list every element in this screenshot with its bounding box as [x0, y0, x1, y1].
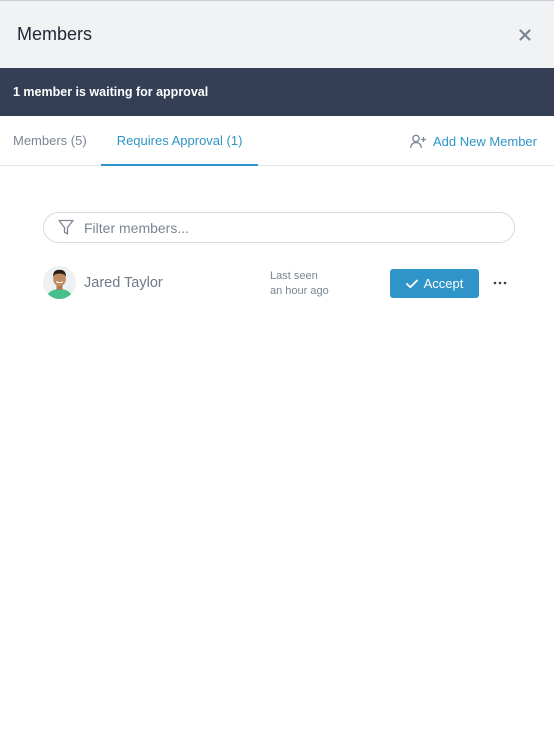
tab-members[interactable]: Members (5) — [0, 116, 101, 165]
more-horizontal-icon — [493, 281, 507, 285]
tab-requires-approval[interactable]: Requires Approval (1) — [100, 116, 259, 166]
add-user-icon — [410, 134, 426, 148]
tab-members-label: Members (5) — [13, 133, 87, 148]
add-new-member-button[interactable]: Add New Member — [410, 116, 537, 166]
panel-title: Members — [17, 24, 93, 44]
member-name: Jared Taylor — [84, 275, 163, 291]
tab-bar: Members (5) Requires Approval (1) Add Ne… — [0, 116, 554, 166]
filter-icon — [58, 219, 76, 237]
member-last-seen: Last seen an hour ago — [270, 269, 360, 299]
close-icon — [519, 28, 531, 41]
members-panel: Members 1 member is waiting for approval… — [0, 0, 554, 747]
add-new-member-label: Add New Member — [432, 133, 537, 149]
avatar — [43, 266, 76, 299]
accept-button[interactable]: Accept — [390, 269, 479, 298]
approval-banner: 1 member is waiting for approval — [0, 68, 554, 116]
filter-box[interactable] — [43, 212, 515, 243]
tab-requires-approval-label: Requires Approval (1) — [116, 132, 243, 148]
check-icon — [405, 279, 418, 288]
panel-header: Members — [0, 1, 554, 68]
approval-banner-text: 1 member is waiting for approval — [13, 85, 209, 99]
last-seen-label: Last seen — [270, 270, 318, 282]
last-seen-value: an hour ago — [270, 285, 329, 297]
member-actions-button[interactable] — [491, 272, 509, 294]
accept-button-label: Accept — [423, 276, 464, 291]
member-row: Jared Taylor Last seen an hour ago Accep… — [43, 266, 513, 302]
filter-members-input[interactable] — [84, 219, 514, 236]
close-button[interactable] — [513, 23, 537, 47]
